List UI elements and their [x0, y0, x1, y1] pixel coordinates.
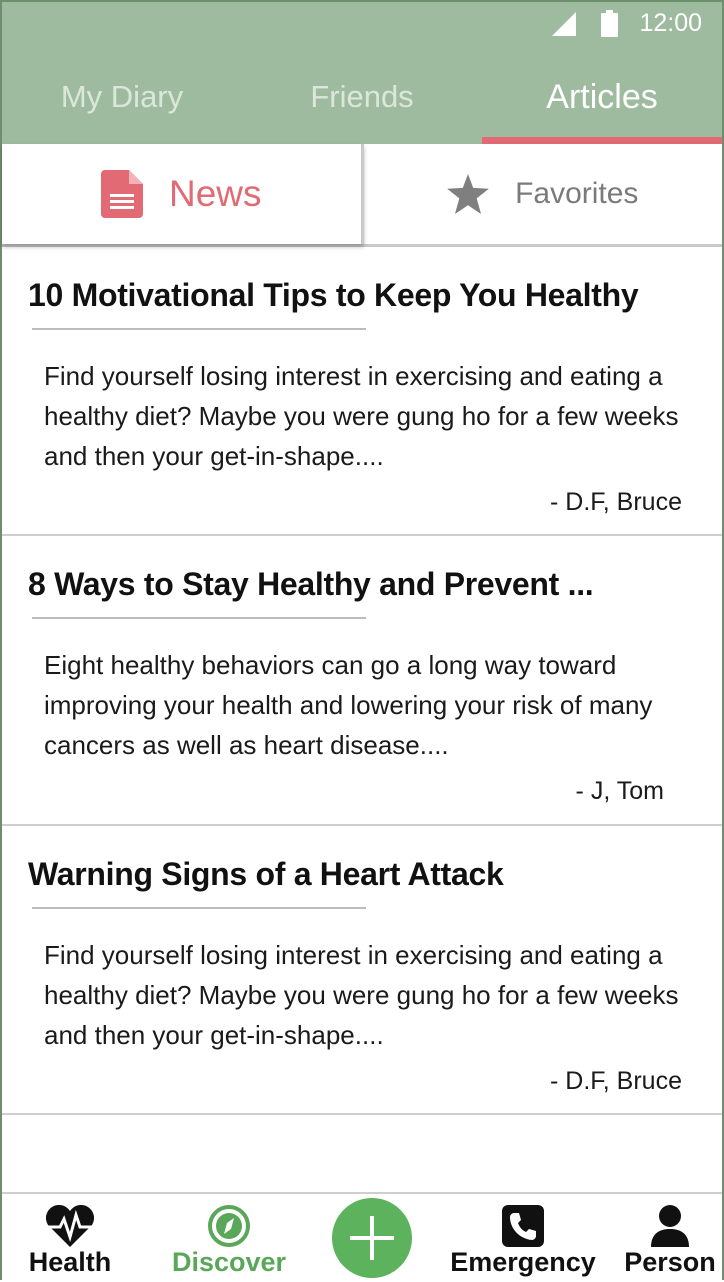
subtab-news[interactable]: News: [2, 144, 364, 244]
article-title: Warning Signs of a Heart Attack: [28, 856, 504, 892]
plus-icon: [350, 1216, 394, 1260]
nav-person-label: Person: [624, 1247, 716, 1277]
nav-emergency-label: Emergency: [450, 1247, 596, 1277]
title-divider: [32, 907, 366, 909]
status-bar: 12:00: [2, 2, 722, 48]
nav-emergency[interactable]: Emergency: [450, 1205, 596, 1278]
article-card[interactable]: 10 Motivational Tips to Keep You Healthy…: [2, 247, 722, 536]
top-tabs: My Diary Friends Articles: [2, 62, 722, 144]
signal-icon: [552, 12, 576, 36]
subtab-favorites-label: Favorites: [515, 177, 639, 210]
article-card[interactable]: Warning Signs of a Heart Attack Find you…: [2, 826, 722, 1115]
nav-health-label: Health: [28, 1247, 112, 1277]
phone-icon: [502, 1205, 544, 1247]
app-header: 12:00 My Diary Friends Articles: [2, 2, 722, 144]
bottom-nav: Health Discover Emergency Person: [2, 1192, 722, 1282]
document-icon: [100, 170, 143, 218]
article-subtabs: News Favorites: [2, 144, 722, 247]
add-button[interactable]: [332, 1198, 412, 1278]
article-list: 10 Motivational Tips to Keep You Healthy…: [2, 247, 722, 1115]
tab-articles[interactable]: Articles: [482, 62, 722, 144]
article-card[interactable]: 8 Ways to Stay Healthy and Prevent ... E…: [2, 536, 722, 826]
title-divider: [32, 328, 366, 330]
article-author: - D.F, Bruce: [550, 1067, 682, 1095]
nav-health[interactable]: Health: [26, 1205, 114, 1278]
star-icon: [447, 174, 489, 214]
subtab-news-label: News: [168, 173, 262, 214]
article-author: - J, Tom: [575, 777, 664, 805]
article-author: - D.F, Bruce: [550, 488, 682, 516]
tab-friends[interactable]: Friends: [242, 62, 482, 144]
heart-pulse-icon: [46, 1205, 94, 1247]
tab-my-diary[interactable]: My Diary: [2, 62, 242, 144]
compass-icon: [208, 1205, 250, 1247]
person-icon: [651, 1205, 689, 1247]
subtab-favorites[interactable]: Favorites: [364, 144, 723, 244]
article-excerpt: Find yourself losing interest in exercis…: [44, 935, 682, 1101]
title-divider: [32, 617, 366, 619]
nav-person[interactable]: Person: [620, 1205, 720, 1278]
clock: 12:00: [639, 9, 702, 37]
battery-icon: [601, 10, 618, 37]
article-excerpt: Eight healthy behaviors can go a long wa…: [44, 645, 682, 811]
article-title: 8 Ways to Stay Healthy and Prevent ...: [28, 566, 594, 602]
nav-discover[interactable]: Discover: [170, 1205, 288, 1278]
article-title: 10 Motivational Tips to Keep You Healthy: [28, 277, 639, 313]
nav-discover-label: Discover: [171, 1247, 287, 1277]
article-excerpt: Find yourself losing interest in exercis…: [44, 356, 682, 522]
